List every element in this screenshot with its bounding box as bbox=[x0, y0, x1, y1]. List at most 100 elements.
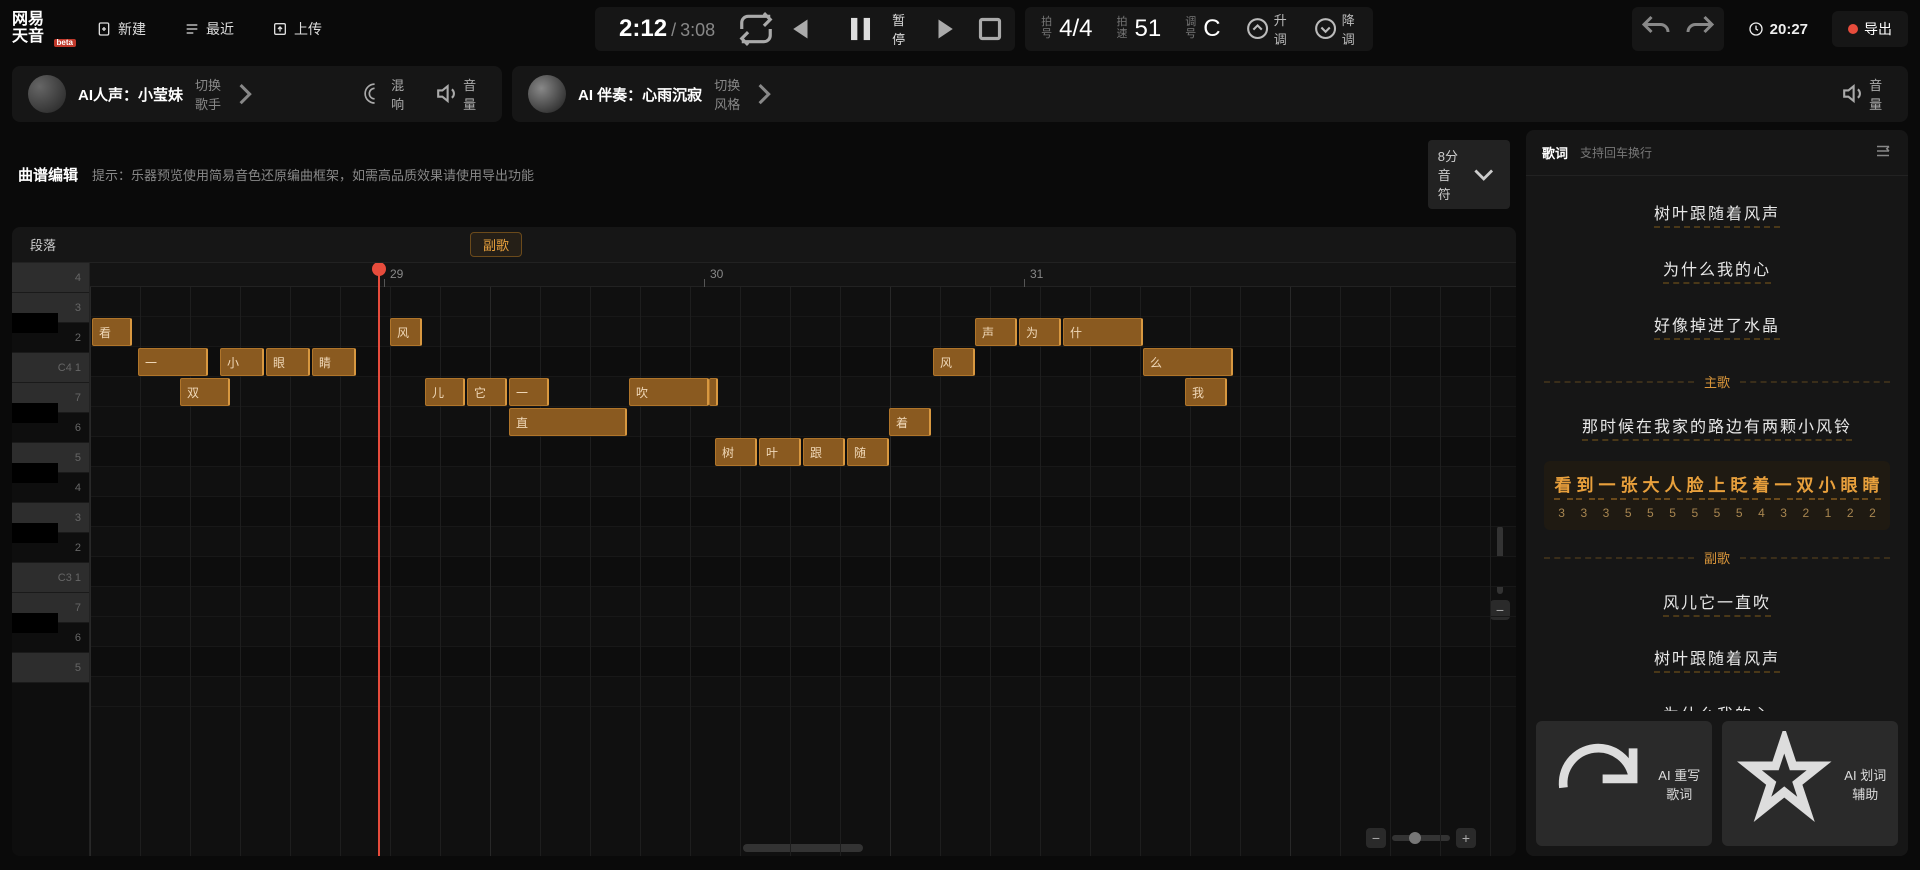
lyrics-line[interactable]: 风儿它一直吹 bbox=[1544, 575, 1890, 631]
zoom-out-h-button[interactable]: − bbox=[1366, 828, 1386, 848]
track-headers: AI人声：小莹妹 切换歌手 混响 音量 AI 伴奏：心雨沉寂 切换风格 音量 bbox=[0, 58, 1920, 130]
note[interactable]: 儿 bbox=[425, 378, 465, 406]
horizontal-scrollbar[interactable] bbox=[743, 844, 863, 852]
skip-end-button[interactable] bbox=[929, 10, 967, 48]
note[interactable]: 一 bbox=[509, 378, 549, 406]
loop-button[interactable] bbox=[737, 10, 775, 48]
new-button[interactable]: 新建 bbox=[82, 11, 160, 47]
accomp-volume-control[interactable]: 音量 bbox=[1832, 71, 1892, 117]
section-bar: 段落 副歌 bbox=[12, 227, 1516, 263]
zoom-in-h-button[interactable]: + bbox=[1456, 828, 1476, 848]
note[interactable]: 么 bbox=[1143, 348, 1233, 376]
note[interactable]: 直 bbox=[509, 408, 627, 436]
bar-number: 29 bbox=[390, 267, 403, 281]
editor-title: 曲谱编辑 bbox=[18, 164, 78, 185]
note[interactable]: 吹 bbox=[629, 378, 709, 406]
recent-button[interactable]: 最近 bbox=[170, 11, 248, 47]
logo: 网易 天音 beta bbox=[12, 9, 72, 49]
key-down-button[interactable]: 降调 bbox=[1303, 4, 1367, 54]
accomp-avatar[interactable] bbox=[528, 75, 566, 113]
collapse-lyrics-icon[interactable] bbox=[1874, 142, 1892, 163]
piano-key[interactable]: 2 bbox=[12, 533, 89, 563]
lyrics-current-line[interactable]: 看到一张大人脸上眨着一双小眼睛333555555432122 bbox=[1544, 461, 1890, 530]
note[interactable]: 我 bbox=[1185, 378, 1227, 406]
lyrics-line[interactable]: 树叶跟随着风声 bbox=[1544, 631, 1890, 687]
singer-avatar[interactable] bbox=[28, 75, 66, 113]
lyrics-section-divider: 副歌 bbox=[1544, 548, 1890, 567]
tempo[interactable]: 拍速 51 bbox=[1107, 15, 1172, 43]
note[interactable]: 风 bbox=[933, 348, 975, 376]
redo-button[interactable] bbox=[1680, 11, 1720, 47]
time-display: 2:12 / 3:08 bbox=[601, 15, 733, 43]
undo-redo-group bbox=[1632, 7, 1724, 51]
record-dot-icon bbox=[1848, 24, 1858, 34]
note[interactable]: 风 bbox=[390, 318, 422, 346]
note[interactable]: 叶 bbox=[759, 438, 801, 466]
lyrics-footer: AI 重写歌词 AI 划词辅助 bbox=[1526, 711, 1908, 856]
piano-key[interactable]: C4 1 bbox=[12, 353, 89, 383]
lyrics-line[interactable]: 为什么我的心 bbox=[1544, 242, 1890, 298]
note[interactable]: 什 bbox=[1063, 318, 1143, 346]
upload-button[interactable]: 上传 bbox=[258, 11, 336, 47]
lyrics-line[interactable]: 树叶跟随着风声 bbox=[1544, 186, 1890, 242]
piano-keys[interactable]: 432C4 1765432C3 1765 bbox=[12, 263, 90, 856]
skip-start-button[interactable] bbox=[779, 10, 817, 48]
piano-key[interactable]: 6 bbox=[12, 413, 89, 443]
note[interactable]: 双 bbox=[180, 378, 230, 406]
piano-roll-editor: 段落 副歌 432C4 1765432C3 1765 293031 + − − bbox=[12, 227, 1516, 856]
switch-singer-link[interactable]: 切换歌手 bbox=[195, 75, 263, 113]
undo-button[interactable] bbox=[1636, 11, 1676, 47]
bar-ruler[interactable]: 29 30 31 bbox=[90, 263, 1516, 287]
key-up-button[interactable]: 升调 bbox=[1235, 4, 1299, 54]
export-button[interactable]: 导出 bbox=[1832, 11, 1908, 47]
upload-icon bbox=[272, 21, 288, 37]
lyrics-section-divider: 主歌 bbox=[1544, 372, 1890, 391]
lyrics-line[interactable]: 好像掉进了水晶 bbox=[1544, 298, 1890, 354]
voice-track-header: AI人声：小莹妹 切换歌手 混响 音量 bbox=[12, 66, 502, 122]
zoom-h-slider[interactable] bbox=[1392, 835, 1450, 841]
ai-lyrics-assist-button[interactable]: AI 划词辅助 bbox=[1722, 721, 1898, 846]
lyrics-header: 歌词 支持回车换行 bbox=[1526, 130, 1908, 176]
stop-button[interactable] bbox=[971, 10, 1009, 48]
piano-key[interactable]: C3 1 bbox=[12, 563, 89, 593]
time-current: 2:12 bbox=[619, 15, 667, 43]
section-tag-chorus[interactable]: 副歌 bbox=[470, 232, 522, 257]
editor-header: 曲谱编辑 提示：乐器预览使用简易音色还原编曲框架，如需高品质效果请使用导出功能 … bbox=[12, 130, 1516, 219]
voice-volume-control[interactable]: 音量 bbox=[426, 71, 486, 117]
note[interactable] bbox=[709, 378, 718, 406]
quantize-select[interactable]: 8分音符 bbox=[1428, 140, 1510, 209]
key-signature[interactable]: 调号 C bbox=[1175, 15, 1230, 43]
note[interactable]: 看 bbox=[92, 318, 132, 346]
note[interactable]: 树 bbox=[715, 438, 757, 466]
note[interactable]: 它 bbox=[467, 378, 507, 406]
note[interactable]: 一 bbox=[138, 348, 208, 376]
piano-key[interactable]: 5 bbox=[12, 653, 89, 683]
playhead[interactable] bbox=[378, 263, 380, 856]
piano-key[interactable]: 4 bbox=[12, 263, 89, 293]
piano-key[interactable]: 2 bbox=[12, 323, 89, 353]
time-total: 3:08 bbox=[680, 20, 715, 41]
note[interactable]: 随 bbox=[847, 438, 889, 466]
note[interactable]: 眼 bbox=[266, 348, 310, 376]
time-signature[interactable]: 拍号 4/4 bbox=[1031, 15, 1102, 43]
piano-key[interactable]: 6 bbox=[12, 623, 89, 653]
reverb-control[interactable]: 混响 bbox=[354, 71, 414, 117]
note[interactable]: 为 bbox=[1019, 318, 1061, 346]
note[interactable]: 跟 bbox=[803, 438, 845, 466]
note[interactable]: 着 bbox=[889, 408, 931, 436]
accompaniment-track-header: AI 伴奏：心雨沉寂 切换风格 音量 bbox=[512, 66, 1908, 122]
note[interactable]: 睛 bbox=[312, 348, 356, 376]
ai-rewrite-lyrics-button[interactable]: AI 重写歌词 bbox=[1536, 721, 1712, 846]
bar-number: 31 bbox=[1030, 267, 1043, 281]
piano-key[interactable]: 4 bbox=[12, 473, 89, 503]
topbar: 网易 天音 beta 新建 最近 上传 2:12 / 3:08 暂停 拍号 4/… bbox=[0, 0, 1920, 58]
lyrics-line[interactable]: 那时候在我家的路边有两颗小风铃 bbox=[1544, 399, 1890, 455]
pause-button[interactable]: 暂停 bbox=[821, 10, 925, 48]
bar-number: 30 bbox=[710, 267, 723, 281]
note-grid[interactable]: 293031 + − − + 看风一小眼睛双儿它一直吹树叶跟随着风声为什么我 bbox=[90, 263, 1516, 856]
list-icon bbox=[184, 21, 200, 37]
note[interactable]: 声 bbox=[975, 318, 1017, 346]
switch-style-link[interactable]: 切换风格 bbox=[714, 75, 782, 113]
note[interactable]: 小 bbox=[220, 348, 264, 376]
lyrics-panel: 歌词 支持回车换行 树叶跟随着风声为什么我的心好像掉进了水晶主歌那时候在我家的路… bbox=[1526, 130, 1908, 856]
